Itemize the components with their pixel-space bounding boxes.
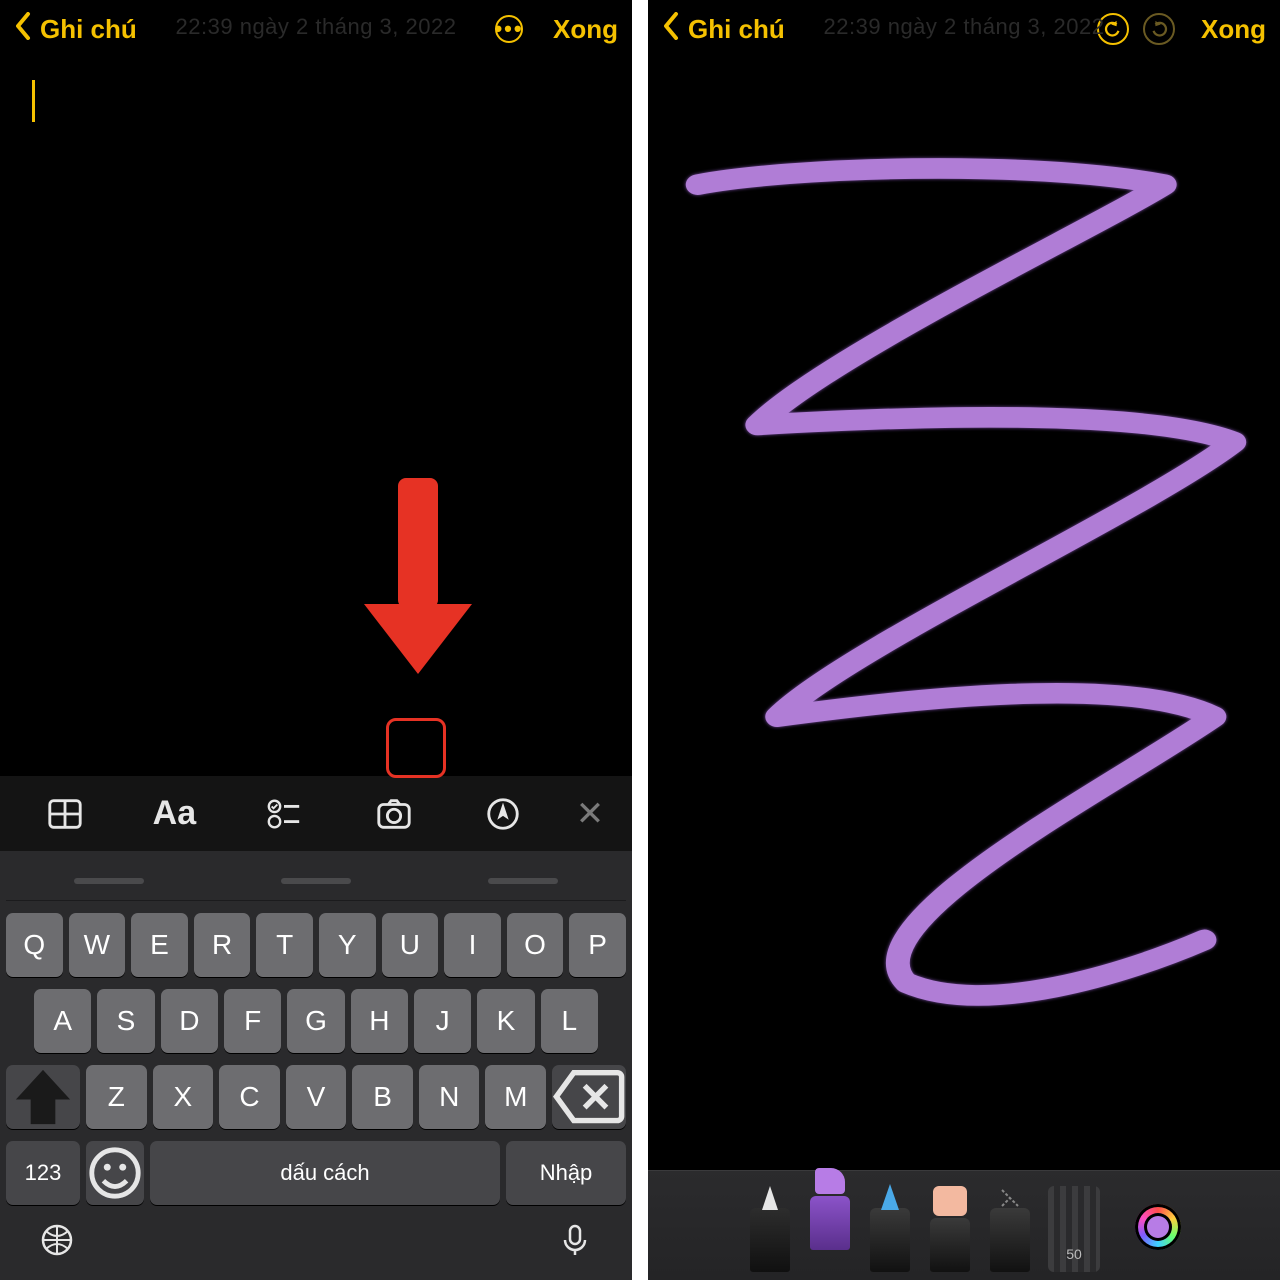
key-t[interactable]: T [256,913,313,977]
key-i[interactable]: I [444,913,501,977]
text-format-icon[interactable]: Aa [122,776,228,851]
user-stroke [648,116,1280,1060]
key-b[interactable]: B [352,1065,413,1129]
key-m[interactable]: M [485,1065,546,1129]
ruler-label: 50 [1066,1246,1082,1262]
key-d[interactable]: D [161,989,218,1053]
redo-icon[interactable] [1143,13,1175,45]
table-icon[interactable] [12,776,118,851]
lasso-tool[interactable] [987,1180,1033,1272]
key-e[interactable]: E [131,913,188,977]
backspace-key[interactable] [552,1065,626,1129]
annotation-highlight-box [386,718,446,778]
key-n[interactable]: N [419,1065,480,1129]
done-button[interactable]: Xong [1201,14,1266,45]
screenshot-left: 22:39 ngày 2 tháng 3, 2022 Ghi chú ••• X… [0,0,636,1280]
ghost-timestamp: 22:39 ngày 2 tháng 3, 2022 [176,14,457,40]
key-p[interactable]: P [569,913,626,977]
key-w[interactable]: W [69,913,126,977]
key-row-4: 123 dấu cách Nhập [6,1141,626,1205]
key-y[interactable]: Y [319,913,376,977]
key-g[interactable]: G [287,989,344,1053]
emoji-key[interactable] [86,1141,144,1205]
key-k[interactable]: K [477,989,534,1053]
drawing-canvas[interactable] [648,58,1280,1170]
pencil-tool[interactable] [867,1180,913,1272]
color-picker-icon[interactable] [1135,1204,1181,1250]
key-row-2: A S D F G H J K L [6,989,626,1053]
back-chevron-icon[interactable] [14,12,32,47]
key-f[interactable]: F [224,989,281,1053]
space-key[interactable]: dấu cách [150,1141,500,1205]
key-s[interactable]: S [97,989,154,1053]
key-row-3: Z X C V B N M [6,1065,626,1129]
eraser-tool[interactable] [927,1180,973,1272]
ghost-timestamp: 22:39 ngày 2 tháng 3, 2022 [824,14,1105,40]
globe-icon[interactable] [40,1223,74,1262]
marker-tool-selected[interactable] [807,1158,853,1250]
key-c[interactable]: C [219,1065,280,1129]
close-toolbar-icon[interactable]: ✕ [560,776,620,851]
text-cursor [32,80,35,122]
undo-redo-group [1097,13,1175,45]
numbers-key[interactable]: 123 [6,1141,80,1205]
camera-icon[interactable] [341,776,447,851]
keyboard: Q W E R T Y U I O P A S D F G H J K L Z [0,851,632,1280]
enter-key[interactable]: Nhập [506,1141,626,1205]
pen-tool[interactable] [747,1180,793,1272]
key-h[interactable]: H [351,989,408,1053]
key-u[interactable]: U [382,913,439,977]
key-x[interactable]: X [153,1065,214,1129]
key-row-1: Q W E R T Y U I O P [6,913,626,977]
mic-icon[interactable] [558,1223,592,1262]
suggestion-row [6,861,626,901]
key-a[interactable]: A [34,989,91,1053]
annotation-arrow-icon [364,478,472,674]
markup-tool-tray: 50 [648,1170,1280,1280]
key-q[interactable]: Q [6,913,63,977]
screenshot-right: 22:39 ngày 2 tháng 3, 2022 Ghi chú Xong [644,0,1280,1280]
checklist-icon[interactable] [231,776,337,851]
topbar-right: 22:39 ngày 2 tháng 3, 2022 Ghi chú Xong [648,0,1280,58]
more-menu-icon[interactable]: ••• [495,15,523,43]
shift-key[interactable] [6,1065,80,1129]
ruler-tool[interactable]: 50 [1047,1180,1101,1272]
key-r[interactable]: R [194,913,251,977]
keyboard-bottom-row [6,1205,626,1270]
back-chevron-icon[interactable] [662,12,680,47]
key-o[interactable]: O [507,913,564,977]
done-button[interactable]: Xong [553,14,618,45]
key-j[interactable]: J [414,989,471,1053]
key-z[interactable]: Z [86,1065,147,1129]
topbar-left: 22:39 ngày 2 tháng 3, 2022 Ghi chú ••• X… [0,0,632,58]
key-l[interactable]: L [541,989,598,1053]
key-v[interactable]: V [286,1065,347,1129]
markup-pen-icon[interactable] [450,776,556,851]
format-toolbar: Aa ✕ [0,775,632,851]
note-body[interactable] [0,58,632,775]
